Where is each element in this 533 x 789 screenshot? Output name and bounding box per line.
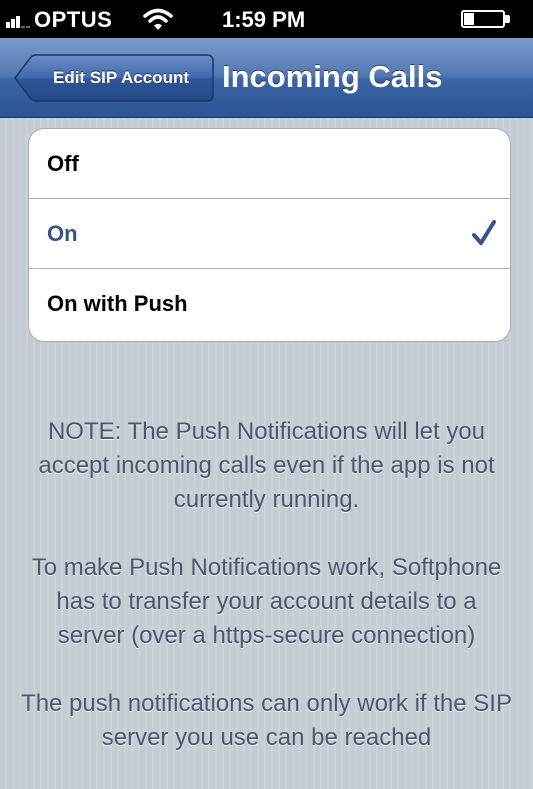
checkmark-icon <box>472 220 496 245</box>
push-note: NOTE: The Push Notifications will let yo… <box>38 418 495 513</box>
navigation-bar: Edit SIP Account Incoming Calls <box>0 38 533 118</box>
server-reachability-note: The push notifications can only work if … <box>21 690 512 751</box>
status-time: 1:59 PM <box>222 7 306 32</box>
page-title: Incoming Calls <box>222 59 443 94</box>
carrier-name: OPTUS <box>34 7 113 32</box>
wifi-icon <box>143 8 173 30</box>
option-label: On <box>47 221 78 246</box>
back-button-label: Edit SIP Account <box>52 68 190 87</box>
option-on[interactable]: On <box>29 199 510 269</box>
signal-icon <box>6 10 32 28</box>
option-off[interactable]: Off <box>29 129 510 199</box>
option-label: On with Push <box>47 291 188 316</box>
incoming-calls-options: Off On On with Push <box>28 128 511 342</box>
status-bar: OPTUS 1:59 PM <box>0 0 533 38</box>
push-requirements-note: To make Push Notifications work, Softpho… <box>31 554 502 649</box>
option-label: Off <box>47 151 79 176</box>
option-on-with-push[interactable]: On with Push <box>29 269 510 341</box>
notes-section: NOTE: The Push Notifications will let yo… <box>20 415 513 789</box>
battery-icon <box>461 10 513 30</box>
